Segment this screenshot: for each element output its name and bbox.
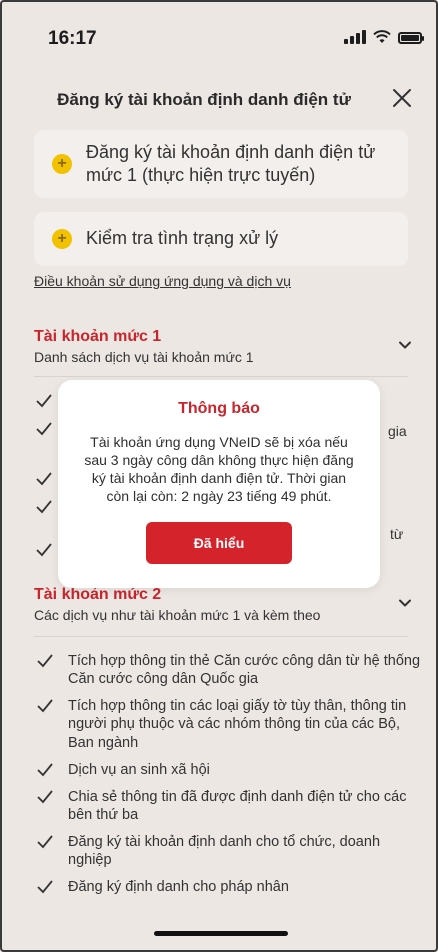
status-bar: 16:17 [2,2,436,72]
signal-icon [344,30,366,44]
list-item: Dịch vụ an sinh xã hội [34,761,424,779]
chevron-down-icon[interactable] [396,336,414,354]
level2-title[interactable]: Tài khoản mức 2 [34,586,161,604]
plus-icon: + [52,229,72,249]
level1-partial-text: gia [388,423,407,439]
page-title: Đăng ký tài khoản định danh điện tử [57,90,351,109]
check-icon [36,472,52,486]
check-status-label: Kiểm tra tình trạng xử lý [86,228,279,249]
list-item: Đăng ký tài khoản định danh cho tổ chức,… [34,833,424,869]
close-icon [393,89,411,107]
close-button[interactable] [386,82,418,114]
divider [34,376,408,377]
check-icon [37,699,53,713]
dialog-message: Tài khoản ứng dụng VNeID sẽ bị xóa nếu s… [84,434,354,504]
status-icons [344,30,424,44]
chevron-down-icon[interactable] [396,594,414,612]
wifi-icon [373,30,391,43]
check-status-button[interactable]: + Kiểm tra tình trạng xử lý [34,212,408,266]
check-icon [37,880,53,894]
plus-icon: + [52,154,72,174]
level1-title[interactable]: Tài khoản mức 1 [34,328,161,346]
register-level1-button[interactable]: + Đăng ký tài khoản định danh điện tử mứ… [34,130,408,198]
home-indicator[interactable] [154,931,288,936]
level2-service-list: Tích hợp thông tin thẻ Căn cước công dân… [34,652,424,905]
level1-partial-text: từ [390,526,404,542]
dialog-title: Thông báo [178,400,260,417]
list-item: Đăng ký định danh cho pháp nhân [34,878,424,896]
check-icon [36,543,52,557]
check-icon [36,422,52,436]
notification-dialog: Thông báo Tài khoản ứng dụng VNeID sẽ bị… [58,380,380,588]
check-icon [37,835,53,849]
register-level1-label: Đăng ký tài khoản định danh điện tử mức … [86,141,376,185]
list-item: Tích hợp thông tin thẻ Căn cước công dân… [34,652,424,688]
level1-subtitle: Danh sách dịch vụ tài khoản mức 1 [34,349,254,365]
check-icon [37,790,53,804]
check-icon [36,500,52,514]
level2-subtitle: Các dịch vụ như tài khoản mức 1 và kèm t… [34,607,321,623]
app-screen: 16:17 Đăng ký tài khoản định danh điện t… [0,0,438,952]
check-icon [37,654,53,668]
check-icon [36,394,52,408]
list-item: Tích hợp thông tin các loại giấy tờ tùy … [34,697,424,751]
check-icon [37,763,53,776]
terms-link[interactable]: Điều khoản sử dụng ứng dụng và dịch vụ [34,273,291,289]
list-item: Chia sẻ thông tin đã được định danh điện… [34,788,424,824]
divider [34,636,408,637]
status-time: 16:17 [48,28,97,49]
understood-button[interactable]: Đã hiểu [146,521,292,564]
battery-icon [398,32,424,44]
